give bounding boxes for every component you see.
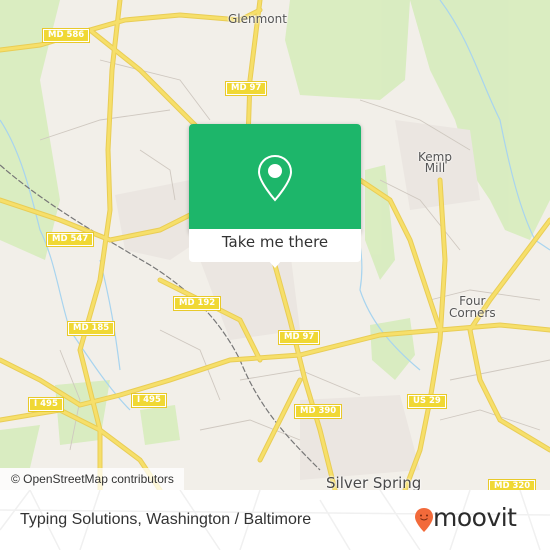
popup-pointer bbox=[268, 260, 282, 268]
minor-road bbox=[39, 109, 171, 141]
route-shield-us-29: US 29 bbox=[407, 394, 447, 409]
route-shield-md-185: MD 185 bbox=[66, 321, 116, 336]
footer-bar: Typing Solutions, Washington / Baltimore… bbox=[0, 490, 550, 550]
minor-road bbox=[439, 409, 541, 431]
route-shield-md-547: MD 547 bbox=[45, 232, 95, 247]
map-view[interactable]: Glenmont Kemp Mill Four Corners Silver S… bbox=[0, 0, 550, 490]
route-shield-i-495: I 495 bbox=[131, 393, 167, 408]
route-shield-md-586: MD 586 bbox=[41, 28, 91, 43]
park-area bbox=[0, 425, 40, 468]
place-label-kemp-mill: Kemp Mill bbox=[418, 150, 452, 175]
take-me-there-button[interactable]: Take me there bbox=[189, 229, 361, 262]
place-label-glenmont: Glenmont bbox=[228, 12, 287, 26]
place-label-silver-spring: Silver Spring bbox=[326, 474, 422, 491]
popup-header bbox=[189, 124, 361, 229]
park-area bbox=[370, 318, 415, 380]
map-attribution[interactable]: © OpenStreetMap contributors bbox=[0, 468, 184, 490]
road-east bbox=[467, 217, 550, 453]
route-shield-md-97: MD 97 bbox=[277, 330, 321, 345]
route-shield-md-320: MD 320 bbox=[487, 479, 537, 490]
route-shield-md-192: MD 192 bbox=[172, 296, 222, 311]
location-popup[interactable]: Take me there bbox=[189, 124, 361, 268]
urban-area bbox=[115, 180, 200, 260]
route-shield-md-97: MD 97 bbox=[224, 81, 268, 96]
park-area bbox=[285, 0, 410, 100]
park-area bbox=[140, 405, 180, 445]
route-shield-i-495: I 495 bbox=[28, 397, 64, 412]
moovit-smiley-pin-icon bbox=[415, 508, 433, 532]
park-area bbox=[365, 165, 395, 280]
place-label-four-corners: Four Corners bbox=[449, 294, 496, 320]
footer-title: Typing Solutions, Washington / Baltimore bbox=[20, 511, 312, 528]
map-pin-icon bbox=[257, 154, 293, 202]
route-shield-md-390: MD 390 bbox=[293, 404, 343, 419]
minor-road bbox=[199, 419, 301, 441]
minor-road bbox=[449, 359, 550, 381]
moovit-wordmark: moovit bbox=[433, 503, 517, 532]
minor-road bbox=[99, 59, 211, 121]
